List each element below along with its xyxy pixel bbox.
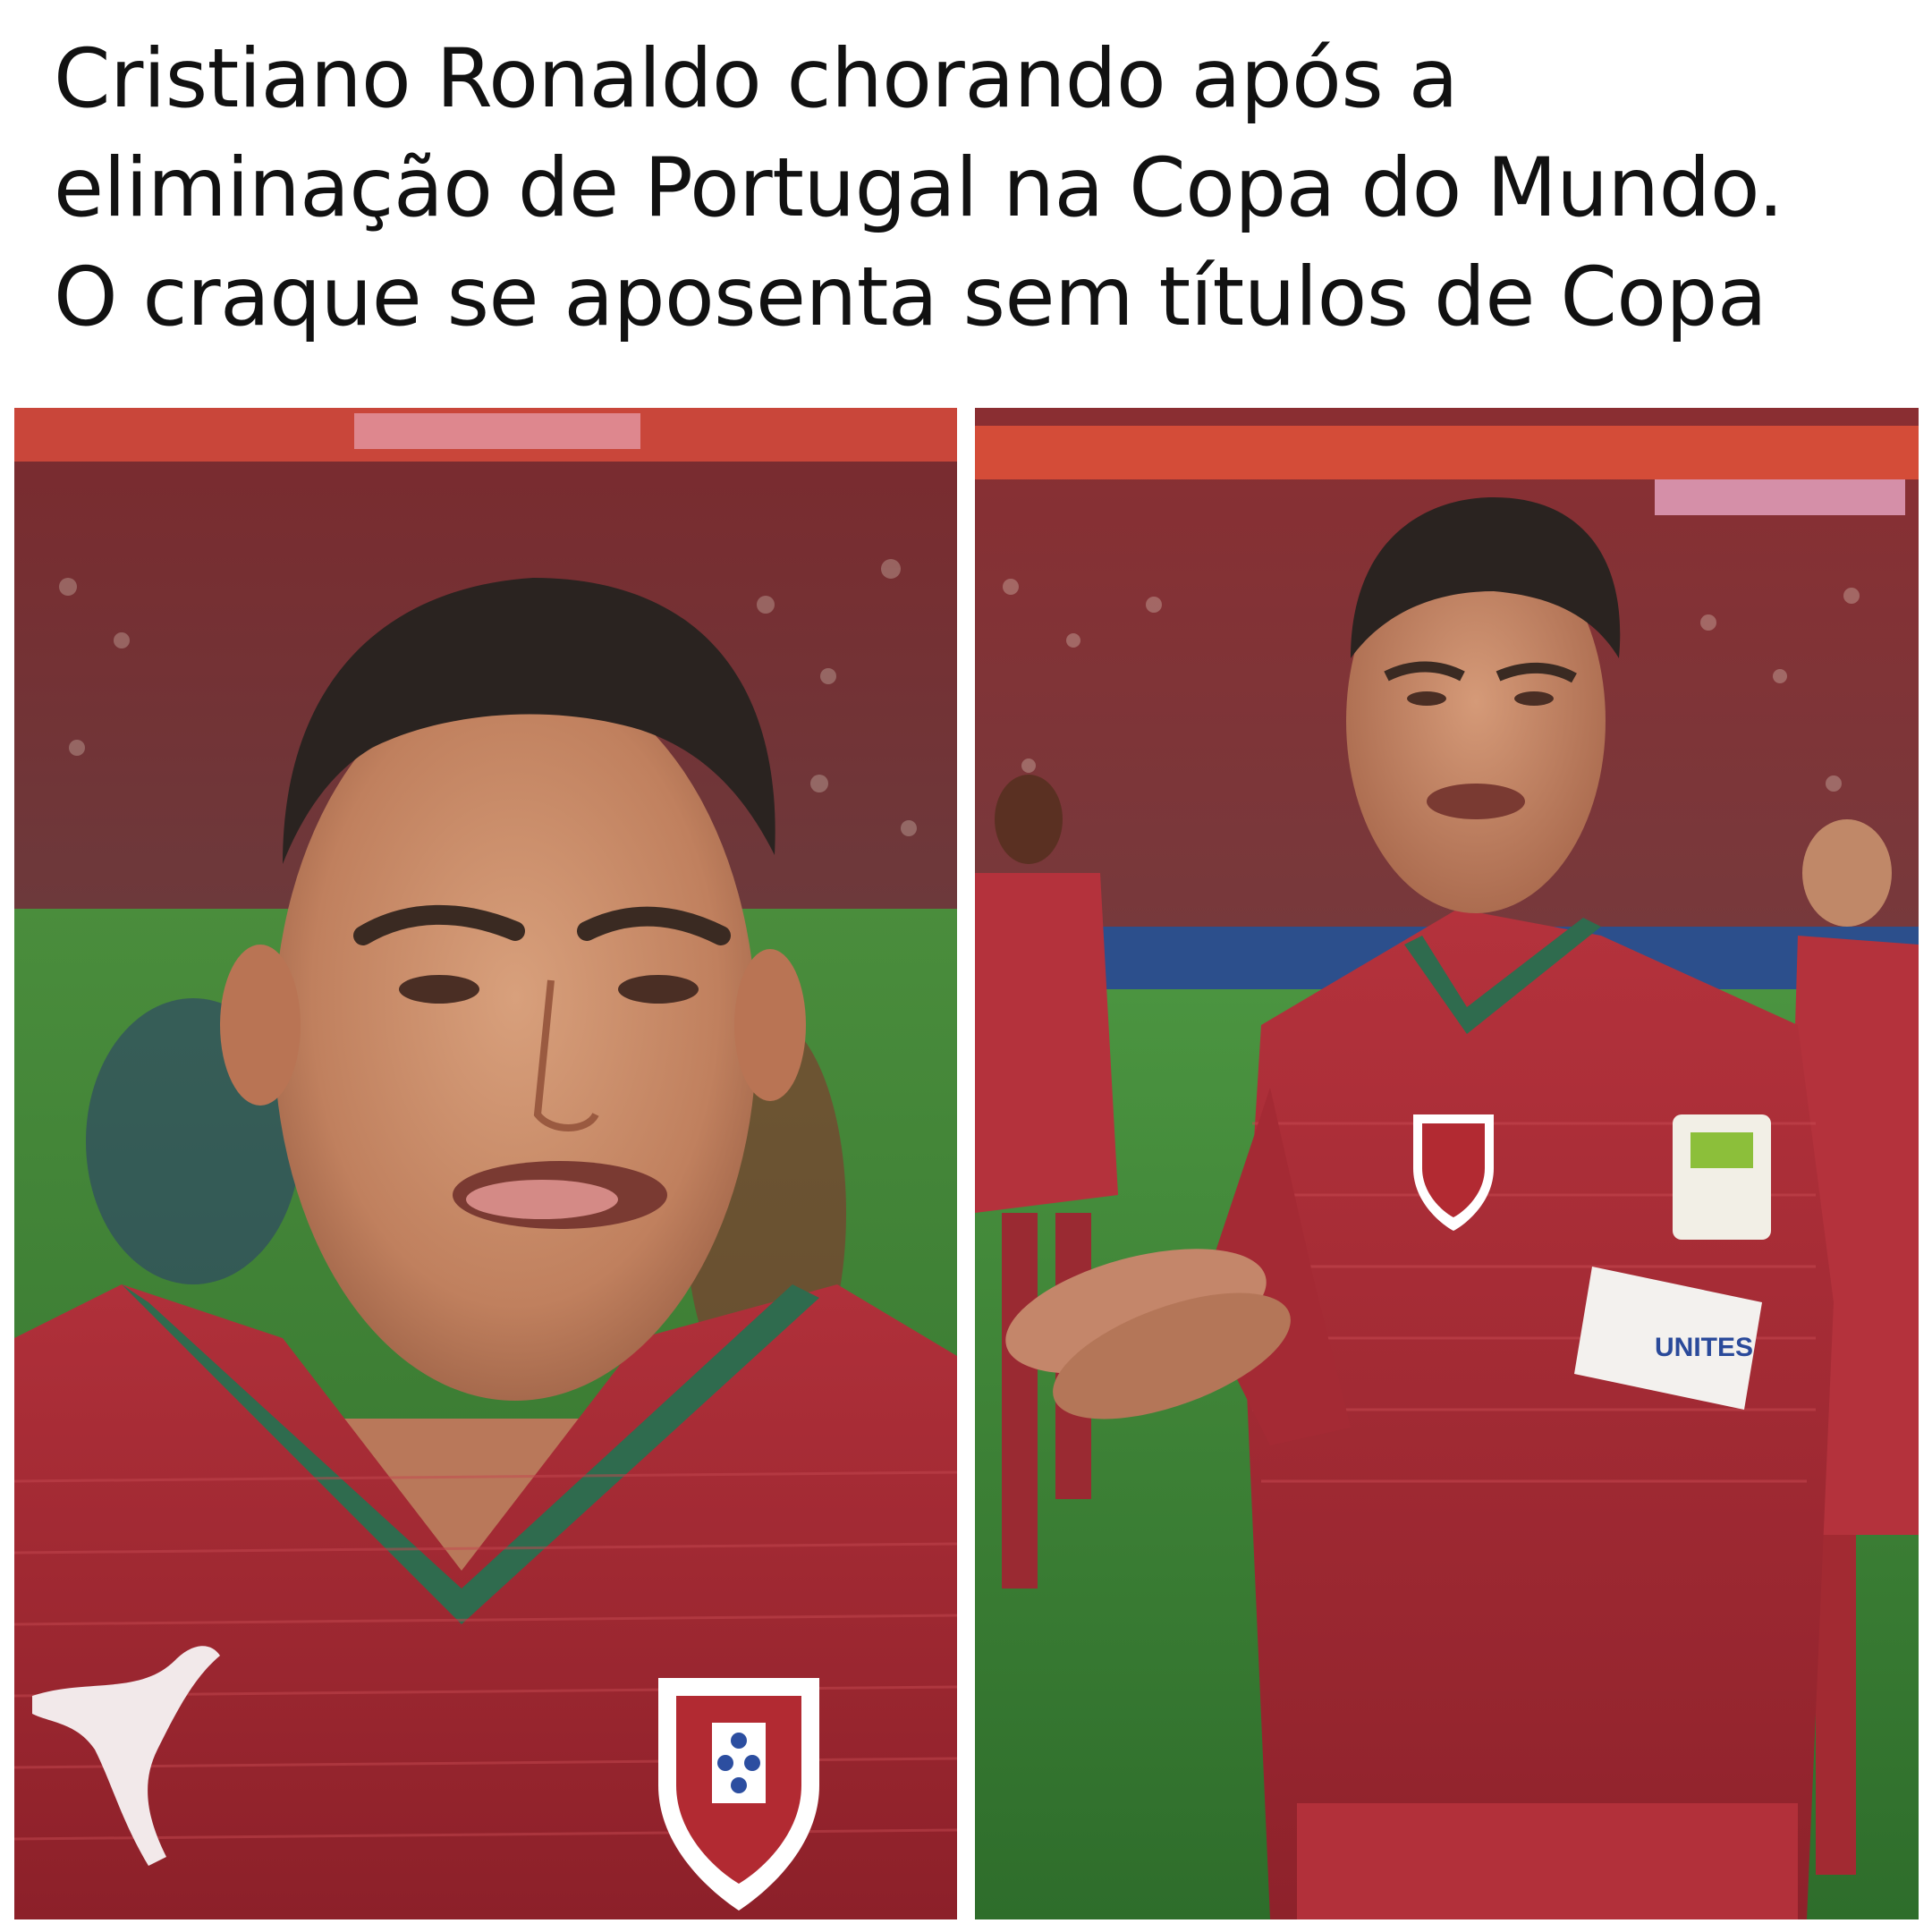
photo-clapping-illustration: UNITES [975, 408, 1919, 1919]
caption-line-3: O craque se aposenta sem títulos de Copa [54, 250, 1767, 344]
photo-closeup-illustration [14, 408, 957, 1919]
post-caption: Cristiano Ronaldo chorando após a elimin… [54, 25, 1896, 352]
photo-clapping: UNITES [975, 408, 1919, 1919]
photo-closeup [14, 408, 957, 1919]
armband-text: UNITES [1655, 1333, 1753, 1362]
caption-line-2: eliminação de Portugal na Copa do Mundo. [54, 141, 1784, 235]
caption-line-1: Cristiano Ronaldo chorando após a [54, 32, 1458, 126]
